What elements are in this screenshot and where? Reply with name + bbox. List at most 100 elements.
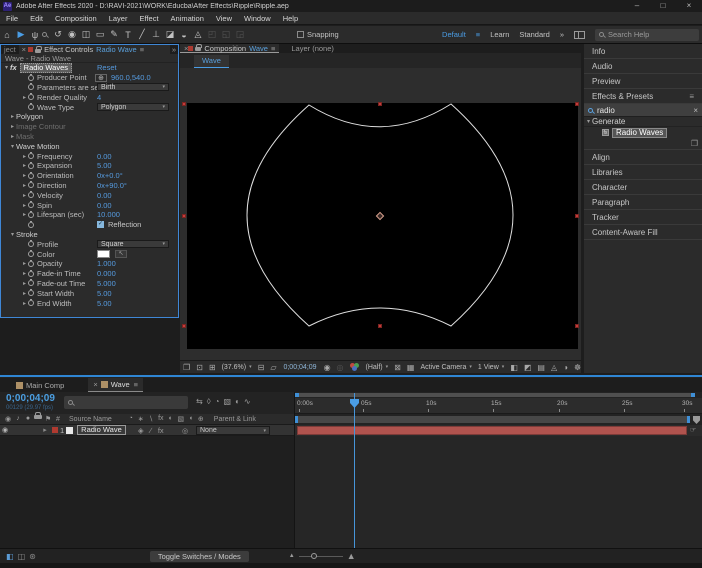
group-expander-icon[interactable]: ▾ [587,118,590,125]
parent-dropdown[interactable]: None ▾ [196,426,270,435]
stopwatch-icon[interactable] [28,191,34,199]
effect-row-direction[interactable]: ▸ Direction 0x+90.0° [1,181,178,191]
zoom-tool[interactable] [42,32,47,37]
layer-handle-top-center[interactable] [378,102,382,106]
hand-tool[interactable]: ψ [28,30,42,40]
minimize-button[interactable]: – [624,0,650,12]
ruler-tick-30s[interactable]: 30s [682,400,692,412]
pan-behind-tool[interactable]: ◫ [79,29,93,40]
row-expander-icon[interactable]: ▸ [21,300,28,307]
tab-main-comp[interactable]: Main Comp [16,381,64,390]
layer-handle-top-right[interactable] [575,102,579,106]
workspace-default[interactable]: Default [442,30,466,39]
hide-shy-icon[interactable]: ◔ [215,397,220,406]
effect-row-spin[interactable]: ▸ Spin 0.00 [1,200,178,210]
panel-menu-icon[interactable]: ≡ [271,44,275,53]
workspace-standard[interactable]: Standard [519,30,549,39]
parameter-value[interactable]: 0.00 [97,152,112,161]
tab-overflow-icon[interactable]: » [170,45,178,54]
parameter-value[interactable]: 0.00 [97,201,112,210]
resolution-dropdown[interactable]: (Half) ▾ [366,364,389,371]
tab-effect-controls[interactable]: × Effect Controls Radio Wave ≡ [18,45,170,54]
zoom-out-icon[interactable]: ▲ [289,553,295,559]
column-ruler-divider[interactable] [294,392,295,548]
group-expander-icon[interactable]: ▸ [9,133,16,140]
timeline-body-right[interactable] [295,436,702,548]
parameter-dropdown[interactable]: Square ▾ [97,240,169,249]
expand-transfer-controls-icon[interactable]: ◫ [18,552,26,561]
reset-exposure-icon[interactable]: ◑ [563,363,568,372]
magnification-dropdown[interactable]: (37.6%) ▾ [222,364,252,371]
exposure-gear-icon[interactable]: ☸ [574,363,581,372]
panel-paragraph[interactable]: Paragraph [584,195,702,210]
parameter-value[interactable]: 0.000 [97,269,116,278]
source-name-header[interactable]: Source Name [69,416,112,423]
snapping-toggle[interactable]: Snapping [297,30,339,39]
ruler-tick-15s[interactable]: 15s [491,400,501,412]
selection-tool[interactable]: ▶ [14,29,28,40]
row-expander-icon[interactable]: ▸ [21,260,28,267]
layer-handle-bottom-left[interactable] [182,324,186,328]
effect-row-expansion[interactable]: ▸ Expansion 5.00 [1,161,178,171]
reset-link[interactable]: Reset [97,63,117,72]
close-button[interactable]: × [676,0,702,12]
lock-icon[interactable] [35,45,43,53]
effect-header-row[interactable]: ▾ fx Radio Waves Reset [1,62,178,73]
pixel-aspect-icon[interactable]: ◧ [510,363,518,372]
shape-tool[interactable]: ▭ [93,29,107,40]
stopwatch-icon[interactable] [28,210,34,218]
stopwatch-icon[interactable] [28,240,34,248]
comp-shield-icon[interactable] [693,416,700,424]
parameter-dropdown[interactable]: Birth ▾ [97,83,169,92]
active-camera-dropdown[interactable]: Active Camera ▾ [420,364,471,371]
layer-duration-bar[interactable] [297,426,687,435]
video-column-icon[interactable]: ◉ [4,415,12,423]
stopwatch-icon[interactable] [28,201,34,209]
fast-previews-icon[interactable]: ◩ [524,363,532,372]
effect-row-wave-type[interactable]: Wave Type Polygon ▾ [1,102,178,112]
collapse-switch-icon[interactable]: ∗ [137,415,145,423]
workspace-learn[interactable]: Learn [490,30,509,39]
panel-character[interactable]: Character [584,180,702,195]
parameter-value[interactable]: 5.00 [97,299,112,308]
zoom-in-icon[interactable]: ▲ [347,551,356,561]
av-features-icon[interactable]: ◈ [136,426,146,435]
tab-wave[interactable]: × Wave ≡ [88,378,144,392]
row-expander-icon[interactable]: ▸ [21,270,28,277]
stopwatch-icon[interactable] [28,259,34,267]
group-expander-icon[interactable]: ▾ [9,231,16,238]
stopwatch-icon[interactable] [28,152,34,160]
zoom-slider-track[interactable] [298,553,343,559]
row-expander-icon[interactable]: ▸ [21,182,28,189]
layer-name[interactable]: Radio Wave [77,425,126,435]
timeline-button-icon[interactable]: ▤ [537,363,545,372]
menu-layer[interactable]: Layer [103,14,134,23]
group-expander-icon[interactable]: ▾ [9,143,16,150]
current-time-display[interactable]: 0;00;04;09 [6,393,55,404]
preview-time[interactable]: 0;00;04;09 [283,364,316,371]
timeline-search-field[interactable] [64,396,188,409]
effect-expander-icon[interactable]: ▾ [3,64,10,71]
flowchart-button-icon[interactable]: ◬ [551,363,557,372]
menu-window[interactable]: Window [238,14,277,23]
ruler-tick-25s[interactable]: 25s [622,400,632,412]
hand-icon[interactable]: ☞ [690,426,696,434]
expand-in-out-icon[interactable]: ⊛ [29,552,36,561]
group-expander-icon[interactable]: ▸ [9,113,16,120]
frame-blend-icon[interactable]: ▧ [224,397,232,406]
puppet-pin-tool[interactable]: ◬ [191,29,205,40]
motion-blur-switch-icon[interactable]: ◐ [167,415,175,423]
menu-animation[interactable]: Animation [165,14,210,23]
quality-switch-icon[interactable]: ∖ [147,415,155,423]
transparency-grid-icon[interactable]: ▦ [407,363,415,372]
close-tab-icon[interactable]: × [93,380,97,389]
menu-view[interactable]: View [210,14,238,23]
clone-stamp-tool[interactable]: ⊥ [149,29,163,40]
snapshot-camera-icon[interactable]: ◉ [324,363,331,372]
view-layout-dropdown[interactable]: 1 View ▾ [478,364,504,371]
parameter-value[interactable]: 10.000 [97,210,120,219]
maximize-button[interactable]: □ [650,0,676,12]
rotation-tool[interactable]: ↺ [51,29,65,40]
stopwatch-icon[interactable] [28,250,34,258]
composition-viewer[interactable] [180,68,581,360]
